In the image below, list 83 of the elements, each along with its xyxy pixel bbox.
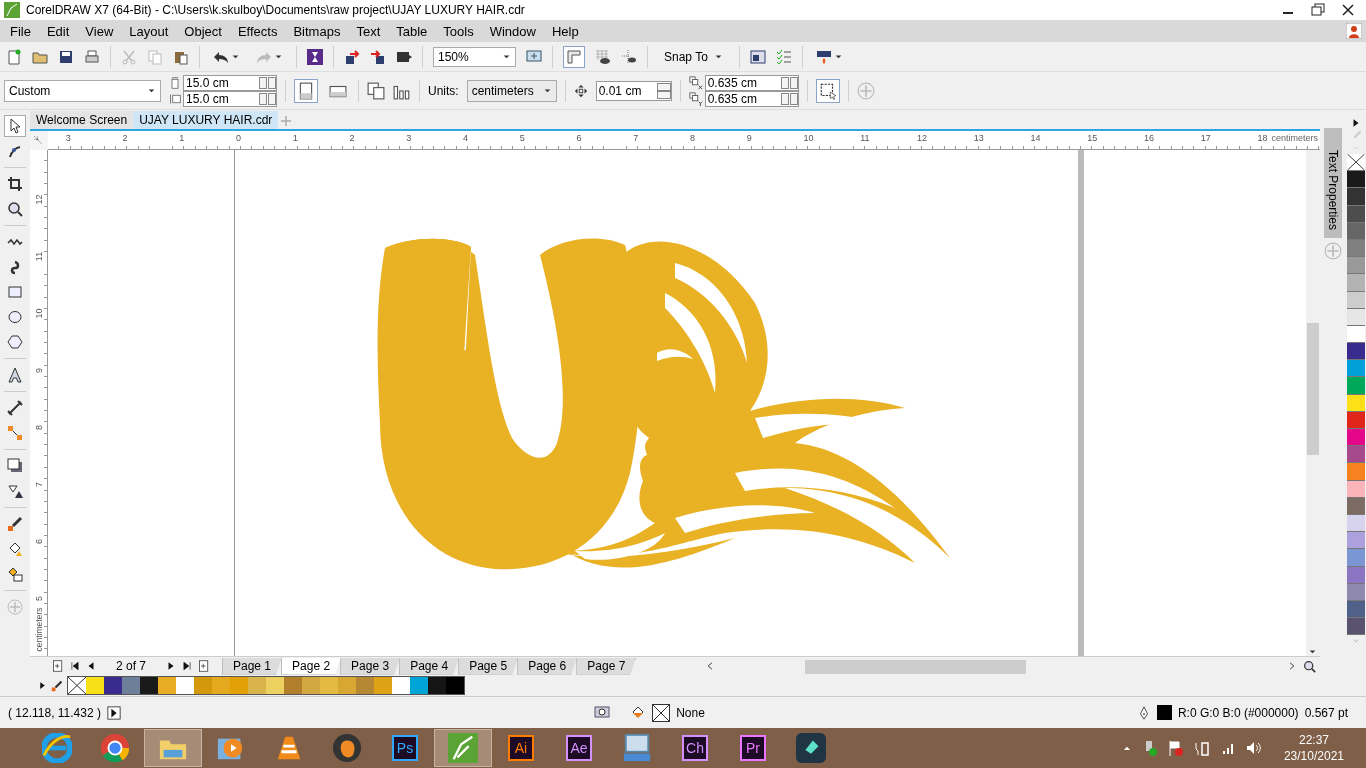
ruler-label: 13 bbox=[973, 133, 984, 143]
ruler-label: 11 bbox=[33, 250, 45, 264]
ruler-label: 10 bbox=[33, 307, 45, 321]
page-tab[interactable]: Page 7 bbox=[576, 657, 637, 675]
menu-item[interactable]: File bbox=[2, 23, 39, 39]
ruler-label: 2 bbox=[122, 133, 128, 143]
menu-item[interactable]: Window bbox=[481, 23, 544, 39]
ruler-label: 15 bbox=[1087, 133, 1098, 143]
ruler-label: 9 bbox=[746, 133, 752, 143]
vertical-ruler[interactable]: 12 11 10 9 8 7 6 5 centimeters bbox=[30, 150, 48, 656]
taskbar-app[interactable]: Pr bbox=[724, 729, 782, 767]
page-tab[interactable]: Page 1 bbox=[222, 657, 283, 675]
ruler-label: 11 bbox=[860, 133, 870, 143]
app-badge: Ai bbox=[508, 735, 534, 761]
ruler-label: 0 bbox=[236, 133, 241, 143]
outline-color-value: R:0 G:0 B:0 (#000000) bbox=[1177, 705, 1299, 720]
menu-item[interactable]: View bbox=[77, 23, 122, 39]
ruler-label: 3 bbox=[65, 133, 71, 143]
ruler-label: 10 bbox=[803, 133, 814, 143]
taskbar-app[interactable]: Ps bbox=[376, 729, 434, 767]
ruler-label: 1 bbox=[179, 133, 185, 143]
duplicate-x-field[interactable]: 0.635 cm bbox=[704, 74, 799, 91]
taskbar-app[interactable]: Ch bbox=[666, 729, 724, 767]
menu-item[interactable]: Layout bbox=[121, 23, 177, 39]
page-counter: 2 of 7 bbox=[115, 659, 148, 673]
ruler-label: 14 bbox=[1030, 133, 1041, 143]
ruler-label: 7 bbox=[33, 481, 45, 489]
page-tab[interactable]: Page 2 bbox=[281, 657, 342, 675]
menu-item[interactable]: Effects bbox=[229, 23, 286, 39]
cursor-coordinates: ( 12.118, 11.432 ) bbox=[8, 705, 101, 720]
outline-width-value: 0.567 pt bbox=[1304, 705, 1348, 720]
taskbar-app[interactable]: Ai bbox=[492, 729, 550, 767]
ruler-label: 4 bbox=[463, 133, 468, 143]
zoom-level-dropdown[interactable]: 150% bbox=[433, 46, 516, 67]
app-badge: Ch bbox=[682, 735, 708, 761]
ruler-label: 16 bbox=[1144, 133, 1154, 143]
ruler-label: 2 bbox=[349, 133, 355, 143]
app-badge: Pr bbox=[740, 735, 766, 761]
ruler-label: 12 bbox=[917, 133, 927, 143]
units-label: Units: bbox=[428, 83, 459, 98]
ruler-label: 3 bbox=[406, 133, 412, 143]
nudge-distance-field[interactable]: 0.01 cm bbox=[595, 80, 672, 101]
ruler-label: 6 bbox=[33, 538, 45, 546]
ruler-label: 8 bbox=[33, 424, 45, 432]
ruler-unit-label: centimeters bbox=[33, 606, 45, 654]
document-tab[interactable]: UJAY LUXURY HAIR.cdr bbox=[133, 111, 279, 129]
ruler-label: 9 bbox=[33, 367, 45, 375]
document-tab[interactable]: Welcome Screen bbox=[30, 111, 134, 129]
ruler-label: 5 bbox=[519, 133, 525, 143]
fill-value: None bbox=[676, 705, 705, 720]
ruler-label: 7 bbox=[633, 133, 639, 143]
text-properties-tab[interactable]: Text Properties bbox=[1324, 128, 1342, 239]
units-dropdown[interactable]: centimeters bbox=[466, 79, 557, 102]
ruler-label: 18 bbox=[1257, 133, 1268, 143]
ruler-label: 8 bbox=[690, 133, 695, 143]
page-tab[interactable]: Page 4 bbox=[399, 657, 460, 675]
width-field[interactable]: 15.0 cm bbox=[183, 74, 277, 91]
window-title: CorelDRAW X7 (64-Bit) - C:\Users\k.skulboy\Documents\raw project\UJAY LUXURY HAIR.cdr bbox=[26, 3, 526, 17]
menu-item[interactable]: Edit bbox=[38, 23, 78, 39]
menu-item[interactable]: Tools bbox=[435, 23, 482, 39]
taskbar-app[interactable]: Ae bbox=[550, 729, 608, 767]
page-preset-dropdown[interactable]: Custom bbox=[4, 79, 161, 102]
clock-date: 23/10/2021 bbox=[1283, 749, 1344, 763]
menu-item[interactable]: Object bbox=[176, 23, 230, 39]
menu-item[interactable]: Help bbox=[543, 23, 587, 39]
menu-item[interactable]: Bitmaps bbox=[285, 23, 349, 39]
menu-item[interactable]: Table bbox=[388, 23, 436, 39]
ruler-label: 17 bbox=[1200, 133, 1211, 143]
horizontal-ruler[interactable]: 3 2 1 0 1 2 3 4 5 6 7 8 9 10 11 12 13 14 15 16 17 18 centimeters bbox=[48, 131, 1320, 150]
ruler-label: 12 bbox=[33, 193, 45, 207]
app-badge: Ae bbox=[566, 735, 592, 761]
ruler-label: 5 bbox=[33, 595, 45, 603]
page-tab[interactable]: Page 3 bbox=[340, 657, 401, 675]
taskbar-clock[interactable]: 22:37 23/10/2021 bbox=[1283, 733, 1344, 763]
page-tab[interactable]: Page 5 bbox=[458, 657, 519, 675]
menu-item[interactable]: Text bbox=[348, 23, 389, 39]
ruler-label: 1 bbox=[292, 133, 298, 143]
snap-to-button[interactable]: Snap To bbox=[658, 48, 729, 65]
page-tab[interactable]: Page 6 bbox=[517, 657, 578, 675]
app-badge: Ps bbox=[392, 735, 418, 761]
clock-time: 22:37 bbox=[1298, 733, 1329, 747]
ruler-label: 6 bbox=[576, 133, 582, 143]
ruler-unit-label: centimeters bbox=[1271, 133, 1318, 143]
